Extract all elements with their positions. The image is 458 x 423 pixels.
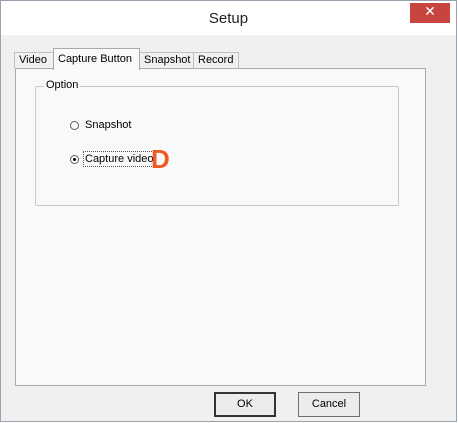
close-button[interactable]: ✕ <box>410 3 450 23</box>
radio-capture-video-label[interactable]: Capture video <box>83 151 156 167</box>
cancel-button[interactable]: Cancel <box>298 392 360 417</box>
radio-snapshot-row[interactable]: Snapshot <box>70 119 131 131</box>
tab-capture-button[interactable]: Capture Button <box>53 48 140 70</box>
annotation-marker-letter: D <box>151 144 170 174</box>
tab-record[interactable]: Record <box>193 52 239 68</box>
close-icon: ✕ <box>424 4 436 20</box>
radio-capture-video-row[interactable]: Capture video <box>70 151 156 167</box>
radio-snapshot[interactable] <box>70 120 79 130</box>
window-title: Setup <box>208 10 249 27</box>
option-groupbox: Option Snapshot Capture video <box>35 79 399 206</box>
tab-snapshot[interactable]: Snapshot <box>139 52 194 68</box>
title-bar[interactable]: Setup ✕ <box>1 1 456 35</box>
radio-capture-video[interactable] <box>70 154 79 164</box>
option-group-label: Option <box>44 79 81 91</box>
radio-snapshot-label[interactable]: Snapshot <box>85 119 131 131</box>
ok-button[interactable]: OK <box>214 392 276 417</box>
tab-video[interactable]: Video <box>14 52 54 68</box>
setup-dialog: Setup ✕ Video Capture Button Snapshot Re… <box>0 0 457 422</box>
tab-panel: Option Snapshot Capture video <box>15 68 426 386</box>
